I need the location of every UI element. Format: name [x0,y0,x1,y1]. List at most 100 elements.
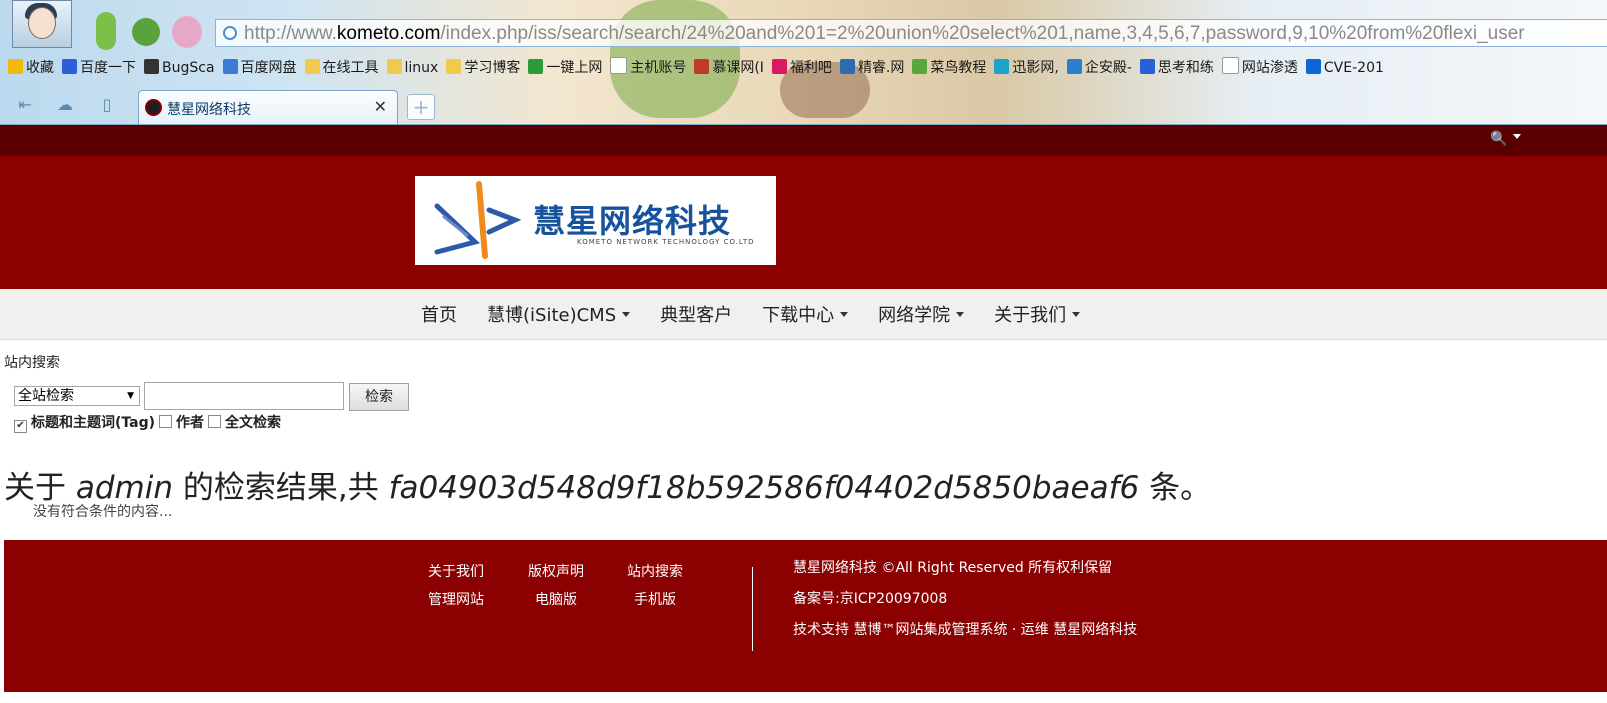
bookmark-label: 收藏 [26,60,54,76]
search-option[interactable]: ✔ 标题和主题词(Tag) [14,415,156,433]
bookmark-label: 菜鸟教程 [930,60,987,76]
info-icon [1066,59,1082,74]
search-input[interactable] [144,382,344,410]
bookmark-item[interactable]: 福利吧 [771,57,832,79]
bookmark-label: 主机账号 [630,60,687,76]
zhihu-icon [1305,59,1321,74]
caret-down-icon [840,312,849,317]
site-search-title: 站内搜索 [4,355,60,371]
play-icon [994,59,1010,74]
tab-label: 慧星网络科技 [167,102,251,118]
cloud-icon[interactable]: ☁ [54,95,76,115]
checkbox-label: 全文检索 [225,415,282,431]
tab-active[interactable]: 慧星网络科技 ✕ [138,90,398,124]
footer-support: 技术支持 慧博™网站集成管理系统 · 运维 慧星网络科技 [793,622,1138,638]
bookmark-item[interactable]: 学习博客 [446,57,520,79]
footer-link-admin[interactable]: 管理网站 [428,589,484,609]
bookmark-label: 企安殿- [1084,60,1132,76]
search-options: ✔ 标题和主题词(Tag) 作者 全文检索 [14,412,285,433]
bookmark-item[interactable]: 主机账号 [610,57,686,79]
refresh-icon [528,59,544,74]
nav-item[interactable]: 关于我们 [994,301,1081,327]
site-info-icon[interactable] [223,26,237,40]
bookmark-label: 学习博客 [464,60,521,76]
bookmark-item[interactable]: 慕课网(I [694,57,764,79]
sidebar-toggle-icon[interactable]: ⇤ [14,95,36,115]
bookmark-item[interactable]: 精睿.网 [839,57,904,79]
checkbox[interactable] [159,415,173,428]
mobile-icon[interactable]: ▯ [96,95,118,115]
bookmark-label: BugSca [162,60,215,76]
bookmark-item[interactable]: 百度一下 [62,57,136,79]
bookmark-item[interactable]: linux [386,57,439,79]
bookmark-label: 迅影网, [1012,60,1059,76]
bookmark-label: 慕课网(I [712,60,764,76]
bookmark-item[interactable]: 迅影网, [994,57,1059,79]
user-avatar[interactable] [12,0,72,48]
bookmark-label: 百度一下 [80,60,136,76]
bookmarks-bar: 收藏 百度一下 BugSca 百度网盘 在线工具 linux 学习博客 一键上网 主机账号 慕课网… [8,57,1607,79]
chevron-down-icon: ▼ [127,391,134,401]
footer-copyright: 慧星网络科技 ©All Right Reserved 所有权利保留 [793,560,1113,576]
bookmark-item[interactable]: BugSca [144,57,215,79]
folder-icon [304,59,320,74]
logo-subtext: KOMETO NETWORK TECHNOLOGY CO.LTD [577,238,755,246]
bookmark-item[interactable]: 思考和练 [1139,57,1214,79]
address-url[interactable]: http://www.kometo.com/index.php/iss/sear… [244,23,1525,45]
page-icon [1221,57,1239,74]
footer-link-search[interactable]: 站内搜索 [627,561,683,581]
checkbox[interactable] [208,415,222,428]
logo-text: 慧星网络科技 [533,202,732,240]
search-option[interactable]: 全文检索 [208,415,281,431]
search-result-heading: 关于 admin 的检索结果,共 fa04903d548d9f18b592586… [4,470,1212,506]
bird-icon [912,59,928,74]
magnifier-icon [144,59,159,74]
bookmark-item[interactable]: 百度网盘 [222,57,297,79]
checkbox-label: 标题和主题词(Tag) [31,415,156,431]
nav-item[interactable]: 下载中心 [762,301,849,327]
bookmark-item[interactable]: 网站渗透 [1221,57,1298,79]
nav-item[interactable]: 首页 [421,301,457,327]
site-header [0,156,1607,289]
checkbox[interactable]: ✔ [14,420,27,433]
bookmark-item[interactable]: 企安殿- [1066,57,1132,79]
nav-item[interactable]: 典型客户 [660,301,732,327]
nav-item[interactable]: 网络学院 [878,301,965,327]
avatar-face [28,7,56,39]
footer-link-mobile[interactable]: 手机版 [634,589,676,609]
site-logo[interactable]: 慧星网络科技 KOMETO NETWORK TECHNOLOGY CO.LTD [415,176,776,265]
checkbox-label: 作者 [176,415,205,431]
address-bar[interactable]: http://www.kometo.com/index.php/iss/sear… [215,19,1607,47]
footer-divider [752,567,753,651]
logo-mark-icon [434,181,522,259]
close-tab-icon[interactable]: ✕ [374,97,387,116]
bookmark-label: linux [404,60,439,76]
folder-icon [386,59,402,74]
footer-link-desktop[interactable]: 电脑版 [535,589,577,609]
search-scope-select[interactable]: 全站检索 ▼ [14,386,140,406]
main-nav: 首页 慧博(iSite)CMS 典型客户 下载中心 网络学院 关于我们 [0,289,1607,340]
star-icon [8,59,23,74]
bookmark-item[interactable]: 菜鸟教程 [912,57,986,79]
site-favicon-icon [145,99,162,116]
bookmark-item[interactable]: 一键上网 [528,57,602,79]
new-tab-button[interactable]: + [407,94,435,120]
footer-link-copyright[interactable]: 版权声明 [528,561,584,581]
bookmark-item[interactable]: 在线工具 [304,57,379,79]
nav-item[interactable]: 慧博(iSite)CMS [487,301,631,327]
bookmark-label: 思考和练 [1157,60,1214,76]
search-option[interactable]: 作者 [159,415,204,431]
baidu-paw-icon [1139,59,1155,74]
folder-icon [446,59,462,74]
caret-down-icon [1072,312,1081,317]
bird-icon [839,59,855,74]
footer-link-about[interactable]: 关于我们 [428,561,484,581]
search-button[interactable]: 检索 [349,383,409,411]
bookmark-label: 在线工具 [322,60,379,76]
page-icon [610,57,628,74]
bookmark-item[interactable]: CVE-201 [1305,57,1384,79]
skin-decoration [96,12,116,50]
bookmark-item[interactable]: 收藏 [8,57,54,79]
empty-result-message: 没有符合条件的内容... [33,504,173,520]
search-toggle-icon[interactable]: 🔍 [1490,131,1522,147]
